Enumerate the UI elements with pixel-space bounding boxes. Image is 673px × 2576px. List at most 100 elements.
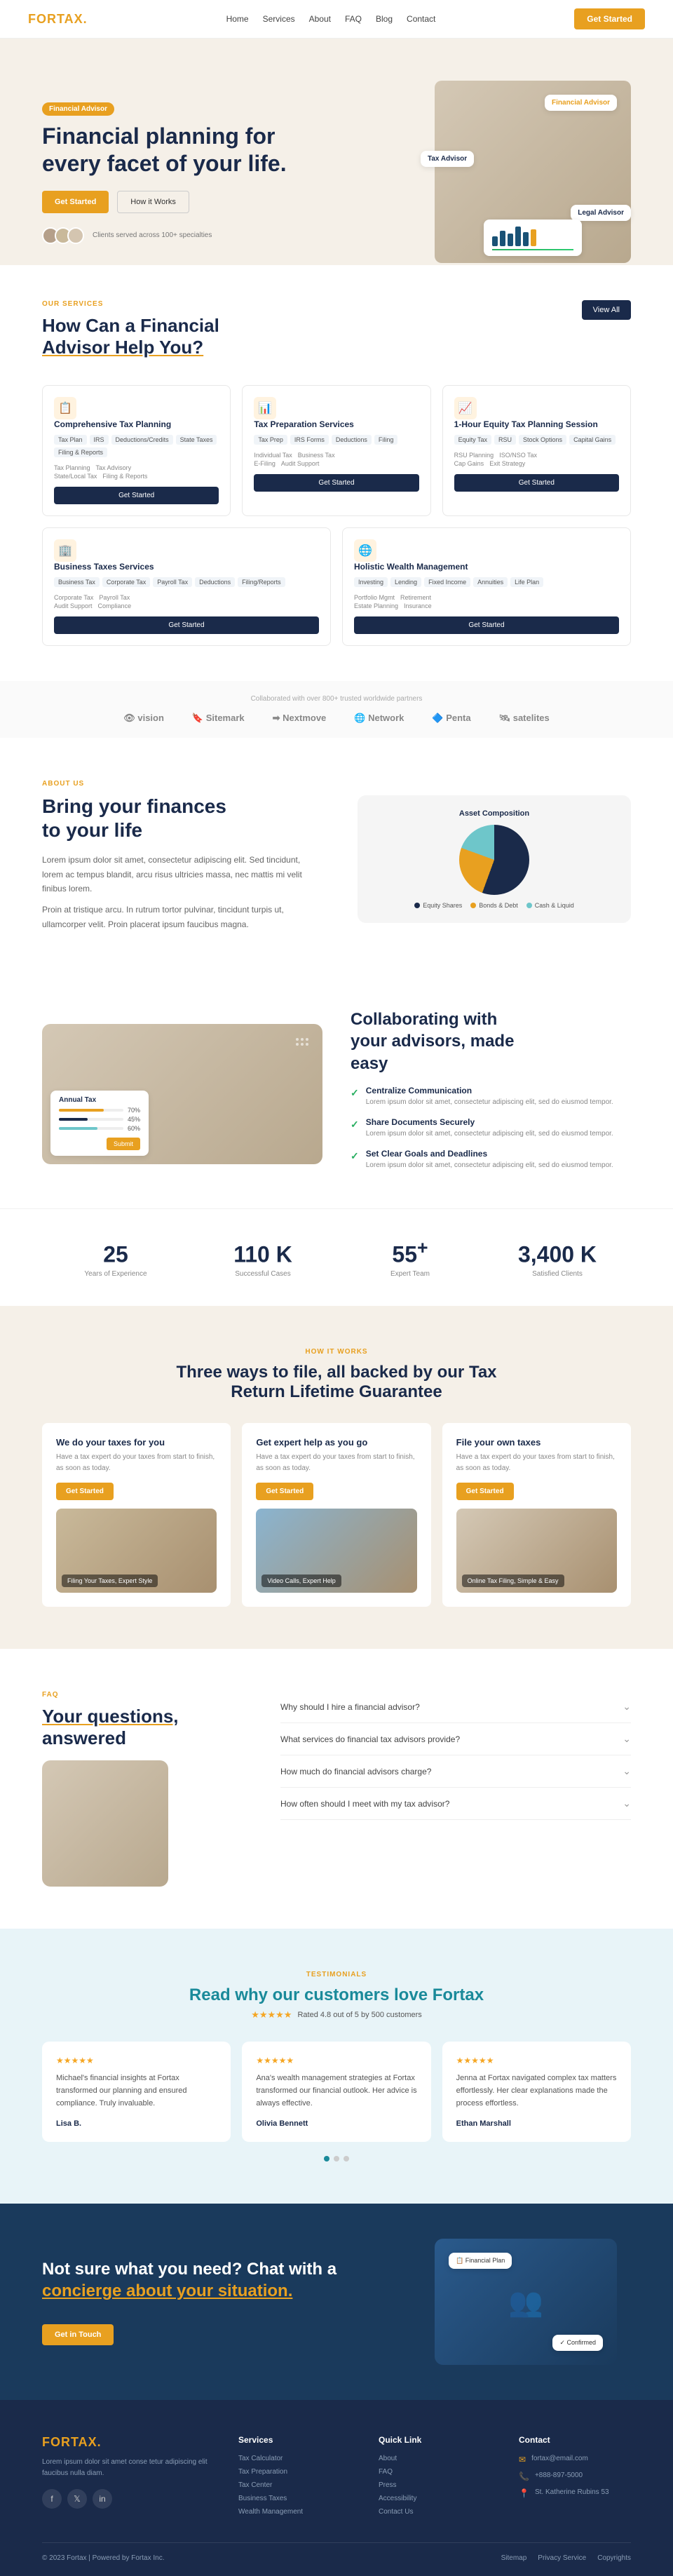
nav-link-blog[interactable]: Blog [376, 14, 393, 24]
footer-service-link[interactable]: Wealth Management [238, 2508, 351, 2516]
nav-cta-button[interactable]: Get Started [574, 8, 645, 29]
tax-bar-3: 60% [59, 1125, 140, 1132]
faq-section: FAQ Your questions, answered Why should … [0, 1649, 673, 1929]
footer-contact-item: ✉fortax@email.com [519, 2455, 631, 2464]
service-btn[interactable]: Get Started [254, 474, 419, 492]
cta-button[interactable]: Get in Touch [42, 2324, 114, 2345]
faq-item[interactable]: Why should I hire a financial advisor? ⌄ [280, 1691, 631, 1723]
nav-link-contact[interactable]: Contact [407, 14, 435, 24]
way-title: Get expert help as you go [256, 1437, 416, 1448]
twitter-icon[interactable]: 𝕏 [67, 2489, 87, 2509]
tag-financial-advisor: Financial Advisor [545, 95, 617, 111]
cta-headline: Not sure what you need? Chat with a conc… [42, 2258, 393, 2302]
three-ways-grid: We do your taxes for you Have a tax expe… [42, 1423, 631, 1607]
services-grid-bottom: 🏢 Business Taxes Services Business TaxCo… [42, 527, 631, 646]
footer-bottom-link[interactable]: Sitemap [501, 2554, 527, 2562]
service-btn[interactable]: Get Started [454, 474, 619, 492]
footer-services-col: Services Tax Calculator Tax Preparation Ta… [238, 2435, 351, 2521]
instagram-icon[interactable]: in [93, 2489, 112, 2509]
bar-5 [523, 232, 529, 246]
nav-link-about[interactable]: About [309, 14, 331, 24]
service-tag: Filing/Reports [238, 577, 285, 587]
chevron-down-icon: ⌄ [623, 1733, 631, 1745]
service-icon: 📊 [254, 397, 276, 419]
footer-bottom-links: Sitemap Privacy Service Copyrights [501, 2554, 631, 2562]
service-btn[interactable]: Get Started [54, 616, 319, 634]
collab-content: Collaborating with your advisors, made e… [351, 1009, 631, 1180]
bar-6 [531, 229, 536, 246]
faq-item[interactable]: How often should I meet with my tax advi… [280, 1788, 631, 1820]
faq-image [42, 1760, 168, 1887]
chart-bars [492, 225, 573, 246]
stat-item: 25 Years of Experience [42, 1237, 189, 1279]
footer-quick-link[interactable]: Press [379, 2481, 491, 2489]
footer-service-link[interactable]: Tax Center [238, 2481, 351, 2489]
footer-quick-link[interactable]: About [379, 2455, 491, 2462]
faq-item[interactable]: What services do financial tax advisors … [280, 1723, 631, 1755]
faq-label: FAQ [42, 1691, 238, 1699]
way-title: We do your taxes for you [56, 1437, 217, 1448]
tag-tax-advisor: Tax Advisor [421, 151, 474, 167]
testimonial-dot-0[interactable] [324, 2156, 329, 2162]
footer-quick-link[interactable]: FAQ [379, 2468, 491, 2476]
three-ways-section: How it Works Three ways to file, all bac… [0, 1306, 673, 1649]
rating-text: Rated 4.8 out of 5 by 500 customers [297, 2011, 421, 2019]
contact-icon: ✉ [519, 2455, 526, 2464]
service-rows: Corporate TaxPayroll TaxAudit SupportCom… [54, 594, 319, 609]
testi-stars: ★★★★★ [456, 2056, 617, 2065]
partners-label: Collaborated with over 800+ trusted worl… [42, 695, 631, 703]
way-image: Video Calls, Expert Help [256, 1509, 416, 1593]
footer-bottom-link[interactable]: Privacy Service [538, 2554, 586, 2562]
service-tag: Stock Options [519, 435, 566, 445]
nav-link-home[interactable]: Home [226, 14, 249, 24]
service-tag: Deductions [332, 435, 372, 445]
service-btn[interactable]: Get Started [354, 616, 619, 634]
testimonial-dot-1[interactable] [334, 2156, 339, 2162]
faq-item[interactable]: How much do financial advisors charge? ⌄ [280, 1755, 631, 1788]
footer-service-link[interactable]: Business Taxes [238, 2495, 351, 2502]
footer-service-link[interactable]: Tax Calculator [238, 2455, 351, 2462]
way-btn[interactable]: Get Started [456, 1483, 514, 1500]
footer-quick-link[interactable]: Contact Us [379, 2508, 491, 2516]
contact-text: St. Katherine Rubins 53 [535, 2488, 609, 2496]
services-title-block: Our Services How Can a Financial Advisor… [42, 300, 219, 364]
about-desc-2: Proin at tristique arcu. In rutrum torto… [42, 903, 315, 931]
footer-service-link[interactable]: Tax Preparation [238, 2468, 351, 2476]
footer-services-title: Services [238, 2435, 351, 2445]
service-tag: Life Plan [510, 577, 543, 587]
nav-link-services[interactable]: Services [263, 14, 295, 24]
cta-bubble-1: 📋 Financial Plan [449, 2253, 512, 2269]
hero-how-button[interactable]: How it Works [117, 191, 189, 213]
service-tag: Filing & Reports [54, 447, 107, 457]
bar-1 [492, 236, 498, 246]
chevron-down-icon: ⌄ [623, 1798, 631, 1809]
stat-number: 3,400 K [484, 1237, 631, 1268]
testi-author: Lisa B. [56, 2119, 217, 2128]
service-tag: Fixed Income [424, 577, 470, 587]
collab-section: Annual Tax 70% 45% 60% Submit [0, 980, 673, 1208]
service-btn[interactable]: Get Started [54, 487, 219, 504]
submit-button[interactable]: Submit [107, 1138, 140, 1150]
nav-link-faq[interactable]: FAQ [345, 14, 362, 24]
hero-start-button[interactable]: Get Started [42, 191, 109, 213]
faq-items: Why should I hire a financial advisor? ⌄… [280, 1691, 631, 1887]
testi-text: Michael's financial insights at Fortax t… [56, 2072, 217, 2110]
footer-bottom-link[interactable]: Copyrights [597, 2554, 631, 2562]
about-visual: Asset Composition Equity SharesBonds & D… [358, 795, 631, 923]
service-card: 🏢 Business Taxes Services Business TaxCo… [42, 527, 331, 646]
testimonial-dot-2[interactable] [344, 2156, 349, 2162]
way-btn[interactable]: Get Started [56, 1483, 114, 1500]
three-ways-header: How it Works Three ways to file, all bac… [42, 1348, 631, 1402]
service-title: Holistic Wealth Management [354, 562, 619, 572]
stat-number: 25 [42, 1237, 189, 1268]
facebook-icon[interactable]: f [42, 2489, 62, 2509]
check-icon: ✓ [351, 1150, 359, 1162]
service-tag: Deductions [195, 577, 235, 587]
view-all-button[interactable]: View All [582, 300, 631, 320]
partner-logo-penta: 🔷 Penta [432, 713, 470, 724]
way-caption: Filing Your Taxes, Expert Style [62, 1574, 158, 1587]
way-btn[interactable]: Get Started [256, 1483, 313, 1500]
cta-bubble-2: ✓ Confirmed [552, 2335, 603, 2351]
footer-quick-link[interactable]: Accessibility [379, 2495, 491, 2502]
partners-section: Collaborated with over 800+ trusted worl… [0, 681, 673, 738]
